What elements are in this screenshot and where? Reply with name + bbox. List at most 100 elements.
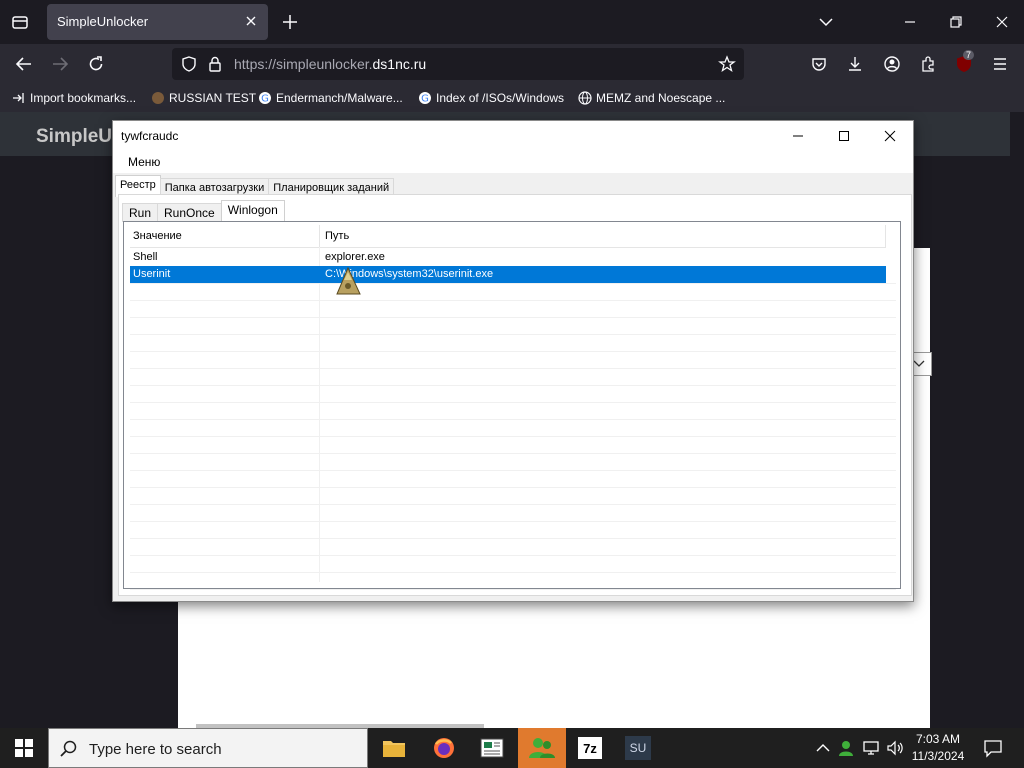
download-icon[interactable] (846, 55, 864, 73)
minimize-icon[interactable] (900, 12, 920, 32)
browser-tab-bar: SimpleUnlocker (0, 0, 1024, 44)
svg-text:G: G (261, 94, 269, 105)
clock-date: 11/3/2024 (911, 749, 965, 763)
grid-line (130, 504, 896, 505)
news-icon[interactable] (468, 728, 516, 768)
grid-line (130, 589, 896, 590)
grid-line (130, 351, 896, 352)
winlogon-list: Значение Путь Shell explorer.exe Userini… (123, 221, 901, 590)
browser-tab[interactable]: SimpleUnlocker (47, 4, 268, 40)
import-icon (12, 91, 26, 105)
forward-icon[interactable] (50, 54, 70, 74)
lock-icon[interactable] (206, 55, 224, 73)
restore-icon[interactable] (946, 12, 966, 32)
start-button[interactable] (0, 728, 48, 768)
window-title-bar[interactable]: tywfcraudc (113, 121, 913, 151)
user-tray-icon[interactable] (838, 739, 856, 757)
bookmark-endermanch[interactable]: G Endermanch/Malware... (258, 91, 403, 105)
tab-list-icon[interactable] (10, 12, 30, 32)
grid-line (130, 385, 896, 386)
tab-winlogon[interactable]: Winlogon (220, 200, 285, 222)
grid-line (319, 247, 320, 582)
column-header-value[interactable]: Значение (133, 230, 182, 242)
back-icon[interactable] (14, 54, 34, 74)
notifications-icon[interactable] (983, 738, 1003, 758)
pocket-icon[interactable] (810, 55, 828, 73)
column-header-path[interactable]: Путь (325, 230, 349, 242)
google-icon: G (418, 91, 432, 105)
windows-icon (15, 739, 33, 757)
grid-line (130, 555, 896, 556)
svg-text:G: G (421, 94, 429, 105)
bookmark-index-isos[interactable]: G Index of /ISOs/Windows (418, 91, 564, 105)
extensions-icon[interactable] (919, 55, 937, 73)
grid-line (130, 402, 896, 403)
window-close-button[interactable] (867, 121, 913, 151)
account-icon[interactable] (883, 55, 901, 73)
7zip-label: 7z (578, 737, 602, 759)
close-icon (884, 130, 896, 142)
7zip-icon[interactable]: 7z (566, 728, 614, 768)
bookmark-label: Endermanch/Malware... (276, 91, 403, 105)
bookmark-memz[interactable]: MEMZ and Noescape ... (578, 91, 725, 105)
taskbar-clock[interactable]: 7:03 AM 11/3/2024 (900, 731, 976, 765)
simpleunlocker-icon[interactable]: SU (614, 728, 662, 768)
grid-line (130, 419, 896, 420)
globe-icon (578, 91, 592, 105)
grid-line (130, 487, 896, 488)
bookmark-russian-test[interactable]: RUSSIAN TEST (151, 91, 256, 105)
clock-time: 7:03 AM (915, 732, 961, 746)
bookmark-import[interactable]: Import bookmarks... (12, 91, 136, 105)
bookmark-label: MEMZ and Noescape ... (596, 91, 726, 105)
row-path: explorer.exe (325, 251, 385, 263)
window-minimize-button[interactable] (775, 121, 821, 151)
table-row[interactable]: Shell explorer.exe (130, 249, 886, 266)
file-explorer-icon[interactable] (370, 728, 418, 768)
row-value: Userinit (133, 268, 171, 280)
bookmark-label: Import bookmarks... (30, 91, 137, 105)
column-separator[interactable] (319, 225, 320, 247)
url-text: https://simpleunlocker.ds1nc.ru (234, 56, 426, 72)
tab-runonce[interactable]: RunOnce (157, 203, 222, 222)
bookmark-star-icon[interactable] (718, 55, 736, 73)
grid-line (130, 317, 896, 318)
site-brand: SimpleU (36, 126, 113, 147)
menu-item[interactable]: Меню (128, 155, 160, 169)
chevron-up-icon[interactable] (814, 739, 832, 757)
grid-line (130, 470, 896, 471)
taskbar-search[interactable]: Type here to search (48, 728, 368, 768)
network-icon[interactable] (862, 739, 880, 757)
window-maximize-button[interactable] (821, 121, 867, 151)
tab-run[interactable]: Run (122, 203, 159, 222)
close-tab-icon[interactable] (242, 12, 260, 30)
sub-tabs: Run RunOnce Winlogon (122, 200, 285, 222)
table-row-selected[interactable]: Userinit C:\Windows\system32\userinit.ex… (130, 266, 886, 283)
grid-line (130, 334, 896, 335)
hamburger-menu-icon[interactable] (991, 55, 1009, 73)
grid-line (130, 368, 896, 369)
chevron-down-icon[interactable] (816, 12, 836, 32)
url-bar[interactable]: https://simpleunlocker.ds1nc.ru (172, 48, 744, 80)
column-separator[interactable] (885, 225, 886, 247)
site-icon (151, 91, 165, 105)
new-tab-icon[interactable] (280, 12, 300, 32)
row-value: Shell (133, 251, 158, 263)
users-icon[interactable] (518, 728, 566, 768)
search-icon (59, 739, 79, 759)
firefox-icon[interactable] (420, 728, 468, 768)
grid-line (130, 521, 896, 522)
tab-title: SimpleUnlocker (57, 14, 149, 29)
list-header: Значение Путь (130, 225, 886, 248)
grid-line (130, 572, 896, 573)
grid-line (130, 538, 896, 539)
simpleunlocker-label: SU (625, 736, 651, 760)
minimize-icon (793, 135, 803, 137)
close-icon[interactable] (992, 12, 1012, 32)
shield-icon[interactable] (180, 55, 198, 73)
search-placeholder: Type here to search (89, 741, 222, 758)
reload-icon[interactable] (86, 54, 106, 74)
bookmark-label: RUSSIAN TEST (169, 91, 257, 105)
ublock-origin-icon[interactable]: 7 (955, 50, 975, 73)
grid-line (130, 283, 896, 284)
bookmark-label: Index of /ISOs/Windows (436, 91, 565, 105)
